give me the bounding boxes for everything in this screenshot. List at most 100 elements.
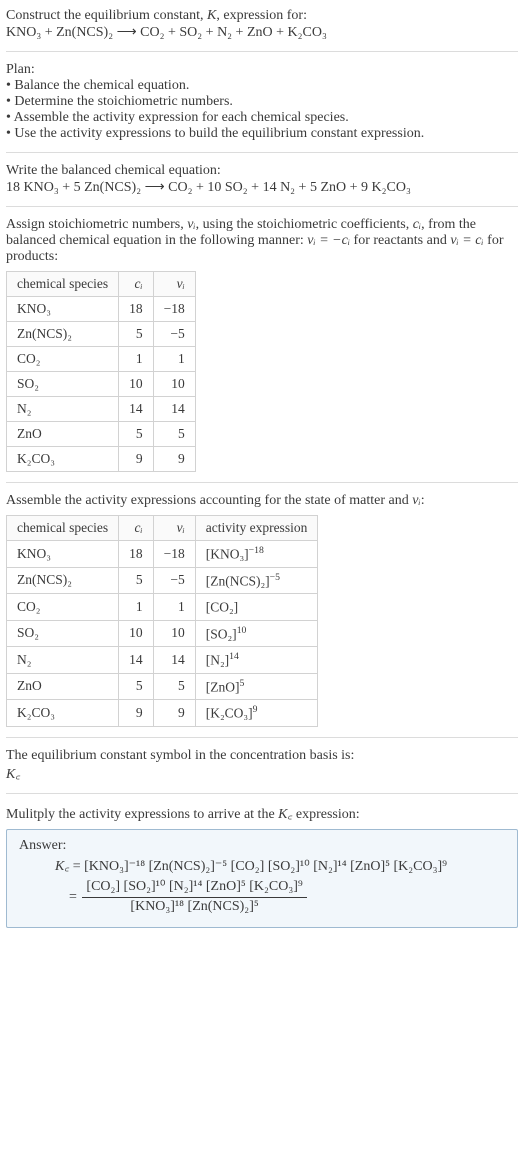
plan-block: Plan: • Balance the chemical equation. •… (6, 62, 518, 142)
assign-text: for reactants and (350, 233, 450, 248)
divider (6, 482, 518, 483)
table-row: CO₂11 (7, 347, 196, 372)
ci-symbol: cᵢ (413, 217, 421, 232)
cell-nui: 9 (153, 700, 195, 727)
answer-eq-line-2: = [CO₂] [SO₂]¹⁰ [N₂]¹⁴ [ZnO]⁵ [K₂CO₃]⁹ [… (19, 878, 505, 917)
cell-activity: [SO₂]10 (195, 620, 318, 647)
eq-prefix: = (69, 890, 80, 905)
cell-species: CO₂ (7, 594, 119, 621)
cell-nui: 14 (153, 647, 195, 674)
ae-exp: 5 (239, 678, 244, 689)
divider (6, 152, 518, 153)
table-row: N₂1414 (7, 397, 196, 422)
assemble-text: : (421, 493, 425, 508)
kc-symbol: K꜀ (278, 807, 292, 822)
cell-species: N₂ (7, 397, 119, 422)
cell-nui: 5 (153, 673, 195, 700)
assign-text: , using the stoichiometric coefficients, (196, 217, 413, 232)
multiply-text: Mulitply the activity expressions to arr… (6, 807, 278, 822)
ae-exp: −18 (249, 545, 264, 556)
cell-nui: 9 (153, 447, 195, 472)
cell-species: CO₂ (7, 347, 119, 372)
cell-species: K₂CO₃ (7, 447, 119, 472)
cell-ci: 18 (119, 541, 154, 568)
cell-ci: 1 (119, 594, 154, 621)
intro-text-a: Construct the equilibrium constant, (6, 8, 207, 23)
plan-item: • Determine the stoichiometric numbers. (6, 94, 518, 110)
cell-ci: 5 (119, 567, 154, 594)
table-row: KNO₃18−18[KNO₃]−18 (7, 541, 318, 568)
cell-ci: 5 (119, 422, 154, 447)
table-row: CO₂11[CO₂] (7, 594, 318, 621)
col-nui: νᵢ (153, 516, 195, 541)
cell-nui: −5 (153, 322, 195, 347)
kc-symbol: K꜀ (55, 859, 69, 874)
col-nui: νᵢ (153, 272, 195, 297)
cell-nui: 5 (153, 422, 195, 447)
table-row: ZnO55 (7, 422, 196, 447)
cell-nui: 14 (153, 397, 195, 422)
activity-table: chemical species cᵢ νᵢ activity expressi… (6, 515, 318, 727)
col-ci: cᵢ (119, 272, 154, 297)
cell-activity: [K₂CO₃]9 (195, 700, 318, 727)
relation: νᵢ = −cᵢ (307, 233, 350, 248)
ae-exp: −5 (270, 572, 280, 583)
nu-symbol: νᵢ (412, 493, 420, 508)
intro-equation: KNO₃ + Zn(NCS)₂ ⟶ CO₂ + SO₂ + N₂ + ZnO +… (6, 24, 518, 41)
ae-exp: 10 (237, 625, 247, 636)
ae-base: [CO₂] (206, 600, 238, 615)
cell-activity: [Zn(NCS)₂]−5 (195, 567, 318, 594)
balanced-equation: 18 KNO₃ + 5 Zn(NCS)₂ ⟶ CO₂ + 10 SO₂ + 14… (6, 179, 518, 196)
cell-activity: [KNO₃]−18 (195, 541, 318, 568)
cell-activity: [ZnO]5 (195, 673, 318, 700)
divider (6, 793, 518, 794)
table-header-row: chemical species cᵢ νᵢ (7, 272, 196, 297)
ae-exp: 9 (253, 704, 258, 715)
cell-ci: 9 (119, 700, 154, 727)
cell-ci: 14 (119, 647, 154, 674)
multiply-block: Mulitply the activity expressions to arr… (6, 804, 518, 823)
cell-ci: 1 (119, 347, 154, 372)
cell-nui: −18 (153, 541, 195, 568)
cell-nui: −5 (153, 567, 195, 594)
plan-item: • Assemble the activity expression for e… (6, 110, 518, 126)
plan-item: • Balance the chemical equation. (6, 78, 518, 94)
cell-nui: 10 (153, 620, 195, 647)
table-row: KNO₃18−18 (7, 297, 196, 322)
table-row: N₂1414[N₂]14 (7, 647, 318, 674)
cell-species: ZnO (7, 673, 119, 700)
answer-label: Answer: (19, 838, 505, 854)
intro-text-b: , expression for: (216, 8, 307, 23)
cell-species: SO₂ (7, 372, 119, 397)
cell-species: N₂ (7, 647, 119, 674)
divider (6, 737, 518, 738)
multiply-text: expression: (292, 807, 359, 822)
balanced-heading: Write the balanced chemical equation: (6, 163, 518, 179)
intro-line-1: Construct the equilibrium constant, K, e… (6, 8, 518, 24)
fraction: [CO₂] [SO₂]¹⁰ [N₂]¹⁴ [ZnO]⁵ [K₂CO₃]⁹ [KN… (82, 878, 306, 917)
cell-species: Zn(NCS)₂ (7, 322, 119, 347)
table-row: ZnO55[ZnO]5 (7, 673, 318, 700)
plan-item-text: Assemble the activity expression for eac… (14, 110, 349, 125)
table-row: Zn(NCS)₂5−5[Zn(NCS)₂]−5 (7, 567, 318, 594)
stoichiometric-table: chemical species cᵢ νᵢ KNO₃18−18 Zn(NCS)… (6, 271, 196, 472)
ae-base: [SO₂] (206, 626, 237, 641)
ae-base: [N₂] (206, 653, 229, 668)
cell-ci: 5 (119, 322, 154, 347)
cell-species: KNO₃ (7, 541, 119, 568)
cell-ci: 14 (119, 397, 154, 422)
plan-item: • Use the activity expressions to build … (6, 126, 518, 142)
col-species: chemical species (7, 516, 119, 541)
assign-text: Assign stoichiometric numbers, (6, 217, 187, 232)
cell-ci: 5 (119, 673, 154, 700)
cell-species: K₂CO₃ (7, 700, 119, 727)
cell-activity: [CO₂] (195, 594, 318, 621)
ae-base: [K₂CO₃] (206, 706, 253, 721)
divider (6, 206, 518, 207)
cell-nui: 10 (153, 372, 195, 397)
col-ci: cᵢ (119, 516, 154, 541)
ae-base: [KNO₃] (206, 547, 249, 562)
intro-block: Construct the equilibrium constant, K, e… (6, 8, 518, 41)
ae-base: [ZnO] (206, 679, 240, 694)
plan-item-text: Use the activity expressions to build th… (14, 126, 424, 141)
